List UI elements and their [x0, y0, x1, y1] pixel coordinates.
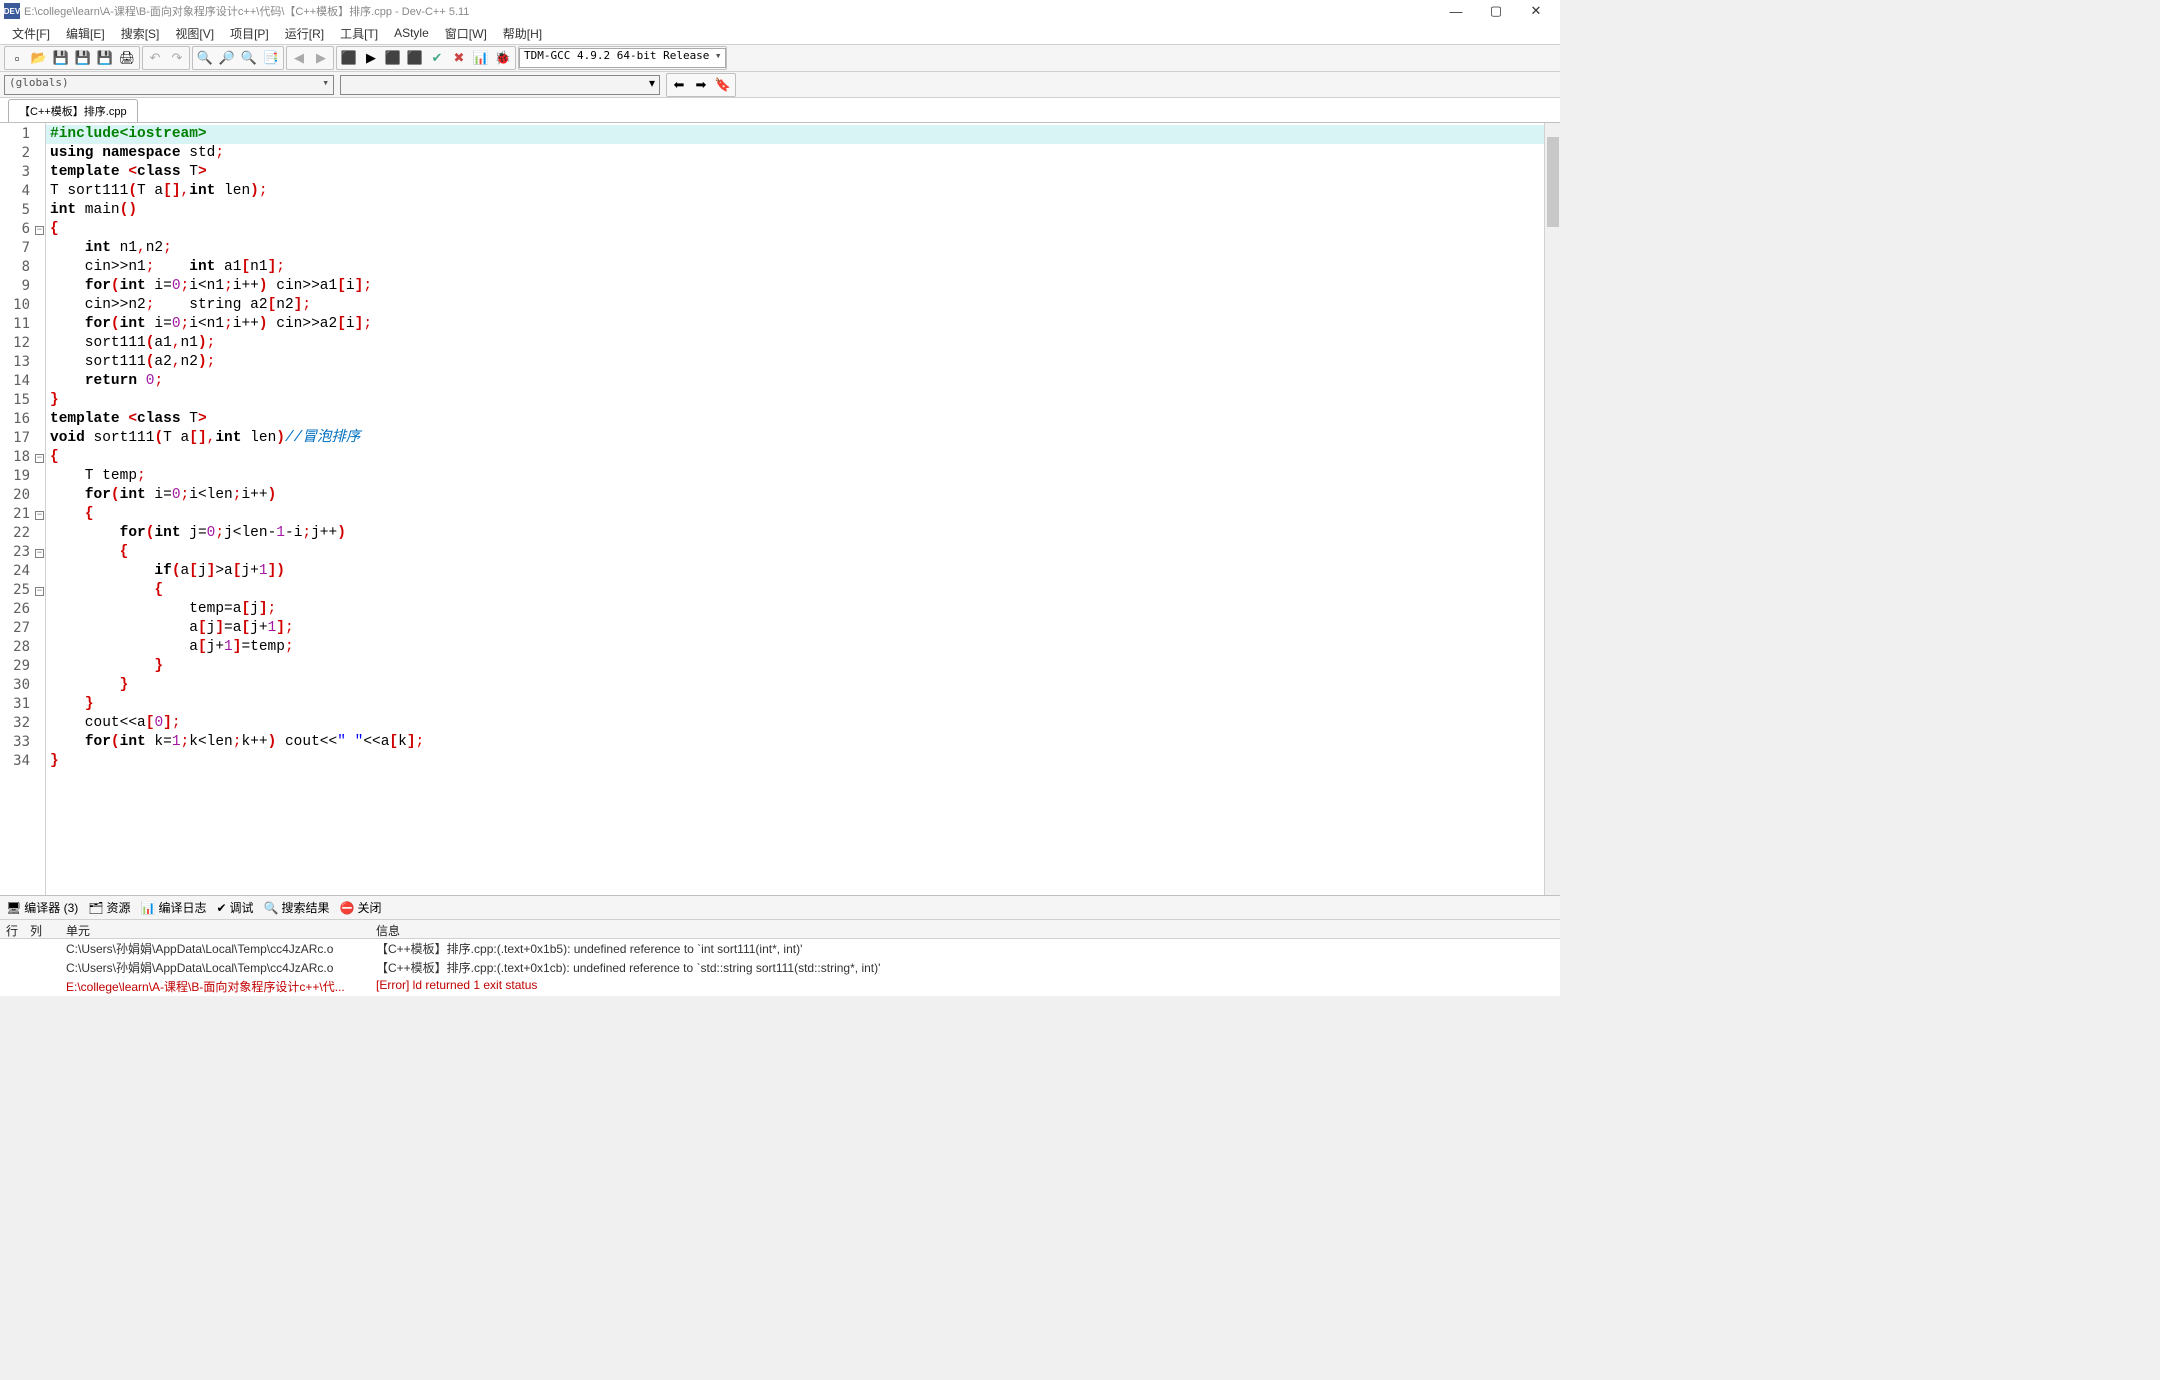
debug-icon[interactable]: 🐞	[493, 48, 513, 68]
find-next-icon[interactable]: 🔍	[239, 48, 259, 68]
output-body: C:\Users\孙娟娟\AppData\Local\Temp\cc4JzARc…	[0, 939, 1560, 996]
run-icon[interactable]: ▶	[361, 48, 381, 68]
output-tab[interactable]: 📊编译日志	[141, 899, 207, 916]
tab-icon: ⛔	[340, 901, 355, 915]
toolbar-secondary: (globals) ⬅ ➡ 🔖	[0, 72, 1560, 98]
menu-item[interactable]: 帮助[H]	[495, 23, 550, 44]
menu-item[interactable]: 编辑[E]	[58, 23, 113, 44]
menu-item[interactable]: 窗口[W]	[437, 23, 495, 44]
class-select[interactable]	[340, 75, 660, 95]
globals-select[interactable]: (globals)	[4, 75, 334, 95]
tab-label: 调试	[230, 899, 254, 916]
tab-icon: ✔	[216, 901, 226, 915]
new-file-icon[interactable]: ▫	[7, 48, 27, 68]
output-tabs: 🖥编译器 (3) 🗂资源 📊编译日志 ✔ 调试 🔍搜索结果 ⛔关闭	[0, 895, 1560, 919]
tab-label: 搜索结果	[282, 899, 330, 916]
menu-item[interactable]: 文件[F]	[4, 23, 58, 44]
output-tab[interactable]: ⛔关闭	[340, 899, 382, 916]
titlebar: DEV E:\college\learn\A-课程\B-面向对象程序设计c++\…	[0, 0, 1560, 22]
editor: 1234567891011121314151617181920212223242…	[0, 122, 1560, 895]
window-title: E:\college\learn\A-课程\B-面向对象程序设计c++\代码\【…	[24, 3, 469, 19]
app-icon: DEV	[4, 3, 20, 19]
output-header: 行 列 单元 信息	[0, 919, 1560, 939]
fold-gutter[interactable]: − − − − −	[34, 123, 46, 895]
minimize-button[interactable]: —	[1436, 4, 1476, 19]
tab-label: 关闭	[357, 899, 381, 916]
menu-item[interactable]: 搜索[S]	[113, 23, 168, 44]
tab-label: 编译日志	[158, 899, 206, 916]
profile-icon[interactable]: 📊	[471, 48, 491, 68]
check-icon[interactable]: ✔	[427, 48, 447, 68]
vertical-scrollbar[interactable]	[1544, 123, 1560, 895]
compiler-select[interactable]: TDM-GCC 4.9.2 64-bit Release	[519, 48, 726, 68]
menu-item[interactable]: 视图[V]	[167, 23, 222, 44]
rebuild-icon[interactable]: ⬛	[405, 48, 425, 68]
replace-icon[interactable]: 🔎	[217, 48, 237, 68]
file-tab-row: 【C++模板】排序.cpp	[0, 98, 1560, 122]
bookmark-toggle-icon[interactable]: 🔖	[713, 75, 733, 95]
output-tab[interactable]: 🗂资源	[88, 899, 130, 916]
tab-icon: 📊	[141, 901, 156, 915]
file-tab-active[interactable]: 【C++模板】排序.cpp	[8, 99, 138, 122]
output-tab[interactable]: 🔍搜索结果	[264, 899, 330, 916]
tab-label: 资源	[106, 899, 130, 916]
tab-icon: 🔍	[264, 901, 279, 915]
tab-icon: 🗂	[88, 901, 103, 915]
close-button[interactable]: ✕	[1516, 3, 1556, 19]
stop-icon[interactable]: ✖	[449, 48, 469, 68]
open-icon[interactable]: 📂	[29, 48, 49, 68]
output-tab[interactable]: 🖥编译器 (3)	[6, 899, 78, 916]
find-icon[interactable]: 🔍	[195, 48, 215, 68]
menu-item[interactable]: 运行[R]	[277, 23, 332, 44]
tab-label: 编译器 (3)	[24, 899, 78, 916]
menu-item[interactable]: AStyle	[386, 24, 437, 42]
output-col-col: 列	[24, 920, 60, 938]
compile-icon[interactable]: ⬛	[339, 48, 359, 68]
tab-icon: 🖥	[6, 901, 21, 915]
goto-icon[interactable]: 📑	[261, 48, 281, 68]
bookmark-prev-icon[interactable]: ⬅	[669, 75, 689, 95]
nav-fwd-icon[interactable]: ▶	[311, 48, 331, 68]
toolbar-main: ▫ 📂 💾 💾 💾 🖨 ↶ ↷ 🔍 🔎 🔍 📑 ◀ ▶ ⬛ ▶ ⬛ ⬛ ✔ ✖ …	[0, 44, 1560, 72]
output-col-msg: 信息	[370, 920, 1560, 938]
output-row[interactable]: E:\college\learn\A-课程\B-面向对象程序设计c++\代...…	[0, 977, 1560, 996]
menubar: 文件[F]编辑[E]搜索[S]视图[V]项目[P]运行[R]工具[T]AStyl…	[0, 22, 1560, 44]
save-as-icon[interactable]: 💾	[95, 48, 115, 68]
maximize-button[interactable]: ▢	[1476, 3, 1516, 19]
undo-icon[interactable]: ↶	[145, 48, 165, 68]
output-tab[interactable]: ✔ 调试	[216, 899, 253, 916]
bookmark-next-icon[interactable]: ➡	[691, 75, 711, 95]
menu-item[interactable]: 项目[P]	[222, 23, 277, 44]
code-area[interactable]: #include<iostream>using namespace std;te…	[46, 123, 1560, 895]
save-icon[interactable]: 💾	[51, 48, 71, 68]
line-gutter: 1234567891011121314151617181920212223242…	[0, 123, 34, 895]
redo-icon[interactable]: ↷	[167, 48, 187, 68]
output-row[interactable]: C:\Users\孙娟娟\AppData\Local\Temp\cc4JzARc…	[0, 958, 1560, 977]
print-icon[interactable]: 🖨	[117, 48, 137, 68]
compile-run-icon[interactable]: ⬛	[383, 48, 403, 68]
menu-item[interactable]: 工具[T]	[332, 23, 386, 44]
save-all-icon[interactable]: 💾	[73, 48, 93, 68]
output-row[interactable]: C:\Users\孙娟娟\AppData\Local\Temp\cc4JzARc…	[0, 939, 1560, 958]
output-col-unit: 单元	[60, 920, 370, 938]
output-col-line: 行	[0, 920, 24, 938]
nav-back-icon[interactable]: ◀	[289, 48, 309, 68]
